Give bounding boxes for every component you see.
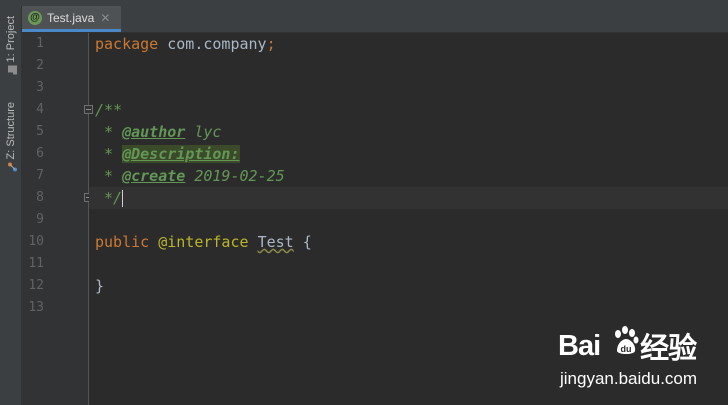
doc-prefix: * bbox=[95, 167, 123, 185]
paw-logo-icon: du bbox=[615, 326, 639, 354]
sidebar-tab-label: Z: Structure bbox=[5, 102, 17, 160]
annotation-type-icon: @ bbox=[28, 10, 42, 25]
current-line-highlight bbox=[89, 187, 728, 209]
annotation-keyword: @interface bbox=[149, 233, 249, 251]
line-number: 13 bbox=[28, 300, 44, 315]
line-number-gutter: 1 2 3 4 5 6 7 8 9 10 11 12 13 bbox=[22, 33, 93, 405]
editor-tab-bar: @ Test.java ✕ bbox=[22, 6, 728, 33]
doc-tag: @author bbox=[122, 123, 186, 141]
line-number: 1 bbox=[36, 36, 44, 51]
folder-icon bbox=[7, 65, 17, 75]
open-brace: { bbox=[293, 233, 312, 251]
sidebar-tab-project[interactable]: 1: Project bbox=[1, 16, 21, 75]
doc-prefix: * bbox=[95, 145, 123, 163]
text-caret bbox=[122, 190, 124, 207]
watermark-url: jingyan.baidu.com bbox=[560, 369, 698, 388]
watermark-brand-right: 经验 bbox=[640, 333, 697, 365]
code-line-12: } bbox=[95, 277, 105, 295]
line-number: 12 bbox=[28, 278, 44, 293]
code-line-5: /** bbox=[95, 101, 123, 119]
doc-text: 2019-02-25 bbox=[185, 167, 285, 185]
svg-text:du: du bbox=[621, 344, 632, 354]
structure-icon bbox=[7, 162, 17, 172]
keyword: public bbox=[95, 233, 150, 251]
doc-prefix: * bbox=[95, 123, 123, 141]
semicolon: ; bbox=[266, 35, 276, 53]
code-line-6: * @author lyc bbox=[95, 121, 221, 143]
line-number: 11 bbox=[28, 256, 44, 271]
code-line-7: * @Description: bbox=[95, 143, 240, 165]
line-number: 7 bbox=[36, 168, 44, 183]
tab-label: Test.java bbox=[47, 10, 95, 25]
close-icon[interactable]: ✕ bbox=[100, 11, 110, 25]
doc-tag: @create bbox=[122, 167, 186, 185]
line-number: 2 bbox=[36, 58, 44, 73]
line-number: 10 bbox=[28, 234, 44, 249]
doc-close: */ bbox=[95, 189, 123, 207]
line-number: 5 bbox=[36, 124, 44, 139]
baidu-jingyan-watermark: Bai 经验 du jingyan.baidu.com bbox=[558, 325, 718, 395]
doc-tag: @Description: bbox=[122, 145, 240, 163]
sidebar-tab-label: 1: Project bbox=[5, 16, 17, 63]
watermark-brand-left: Bai bbox=[558, 329, 601, 362]
doc-text: lyc bbox=[185, 123, 222, 141]
code-line-8: * @create 2019-02-25 bbox=[95, 165, 285, 187]
line-number: 9 bbox=[36, 212, 44, 227]
keyword: package bbox=[95, 35, 159, 53]
code-line-1: package com.company; bbox=[95, 33, 276, 55]
code-line-9: */ bbox=[95, 187, 124, 209]
line-number: 6 bbox=[36, 146, 44, 161]
package-name: com.company bbox=[158, 35, 267, 53]
code-line-10: public @interface Test { bbox=[95, 231, 312, 253]
line-number: 3 bbox=[36, 80, 44, 95]
tab-test-java[interactable]: @ Test.java ✕ bbox=[22, 6, 121, 32]
line-number: 4 bbox=[36, 102, 44, 117]
type-name: Test bbox=[257, 233, 294, 251]
line-number: 8 bbox=[36, 190, 44, 205]
sidebar-tab-structure[interactable]: Z: Structure bbox=[1, 102, 21, 172]
tool-window-sidebar: 1: Project Z: Structure bbox=[0, 6, 22, 405]
